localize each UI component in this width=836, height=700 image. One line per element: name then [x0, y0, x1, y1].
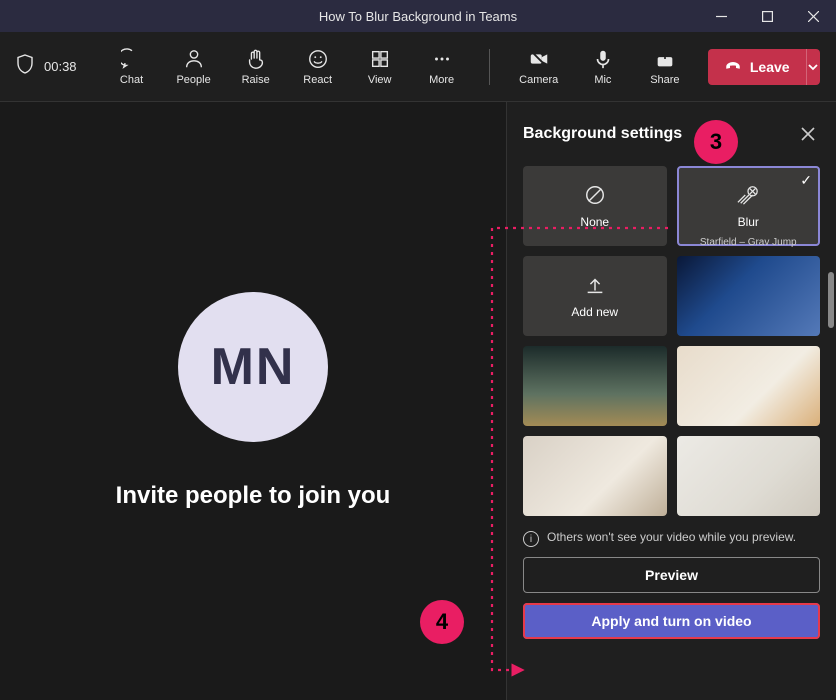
window-title: How To Blur Background in Teams — [319, 9, 517, 24]
bg-tile-add-new[interactable]: Add new — [523, 256, 667, 336]
share-button[interactable]: Share — [638, 42, 692, 92]
call-toolbar: 00:38 Chat People Raise React View More … — [0, 32, 836, 102]
bg-tile-image-4[interactable] — [523, 436, 667, 516]
background-grid: None ✓ Blur Starfield – Grav Jump Add ne… — [523, 166, 820, 516]
view-button[interactable]: View — [353, 42, 407, 92]
raise-button[interactable]: Raise — [229, 42, 283, 92]
preview-label: Preview — [645, 567, 698, 583]
window-controls — [698, 0, 836, 32]
check-icon: ✓ — [800, 172, 812, 189]
chat-button[interactable]: Chat — [105, 42, 159, 92]
leave-label: Leave — [750, 59, 790, 75]
people-icon — [183, 48, 205, 70]
leave-button-group: Leave — [708, 49, 820, 85]
apply-button[interactable]: Apply and turn on video — [523, 603, 820, 639]
tile-subcaption: Starfield – Grav Jump — [677, 237, 821, 248]
people-button[interactable]: People — [167, 42, 221, 92]
more-button[interactable]: More — [415, 42, 469, 92]
preview-info: i Others won't see your video while you … — [523, 530, 820, 547]
bg-tile-image-5[interactable] — [677, 436, 821, 516]
call-timer: 00:38 — [44, 59, 77, 74]
tile-label: Add new — [571, 305, 618, 319]
panel-close-button[interactable] — [796, 122, 820, 146]
mic-button[interactable]: Mic — [576, 42, 630, 92]
more-icon — [431, 48, 453, 70]
tile-label: None — [580, 215, 609, 229]
panel-title: Background settings — [523, 125, 682, 143]
view-icon — [369, 48, 391, 70]
toolbar-divider — [489, 49, 490, 85]
leave-button[interactable]: Leave — [708, 49, 806, 85]
bg-tile-image-3[interactable] — [677, 346, 821, 426]
avatar-initials: MN — [211, 337, 296, 397]
maximize-button[interactable] — [744, 0, 790, 32]
close-button[interactable] — [790, 0, 836, 32]
preview-button[interactable]: Preview — [523, 557, 820, 593]
title-bar: How To Blur Background in Teams — [0, 0, 836, 32]
content-area: MN Invite people to join you Background … — [0, 102, 836, 700]
share-icon — [654, 48, 676, 70]
react-icon — [307, 48, 329, 70]
camera-off-icon — [528, 48, 550, 70]
camera-button[interactable]: Camera — [510, 42, 568, 92]
background-settings-panel: Background settings None ✓ Blur Starfiel… — [506, 102, 836, 700]
bg-tile-image-2[interactable] — [523, 346, 667, 426]
info-icon: i — [523, 531, 539, 547]
annotation-step-3: 3 — [694, 120, 738, 164]
shield-icon[interactable] — [16, 54, 34, 79]
hangup-icon — [724, 56, 742, 77]
invite-prompt: Invite people to join you — [116, 482, 391, 510]
mic-icon — [592, 48, 614, 70]
bg-tile-none[interactable]: None — [523, 166, 667, 246]
none-icon — [584, 184, 606, 209]
bg-tile-image-1[interactable] — [677, 256, 821, 336]
blur-icon — [736, 184, 760, 209]
panel-scrollbar[interactable] — [828, 272, 834, 328]
upload-icon — [584, 274, 606, 299]
annotation-step-4: 4 — [420, 600, 464, 644]
raise-hand-icon — [245, 48, 267, 70]
leave-options-button[interactable] — [806, 49, 820, 85]
info-text: Others won't see your video while you pr… — [547, 530, 796, 544]
react-button[interactable]: React — [291, 42, 345, 92]
participant-avatar: MN — [178, 292, 328, 442]
bg-tile-blur[interactable]: ✓ Blur Starfield – Grav Jump — [677, 166, 821, 246]
minimize-button[interactable] — [698, 0, 744, 32]
chat-icon — [121, 48, 143, 70]
tile-label: Blur — [738, 215, 759, 229]
apply-label: Apply and turn on video — [591, 613, 751, 629]
